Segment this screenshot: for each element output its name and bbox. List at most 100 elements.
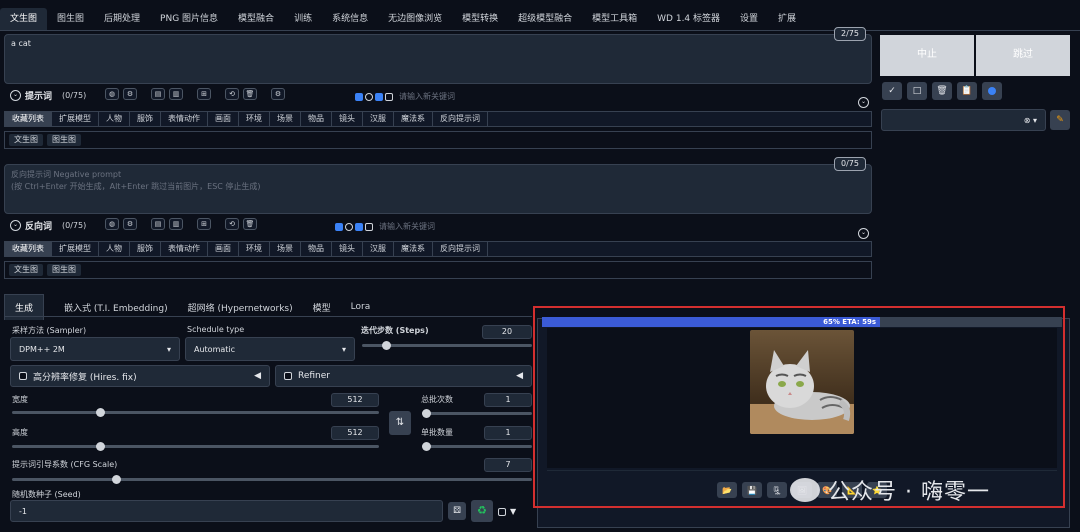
- keyword-input[interactable]: 请输入新关键词: [399, 91, 455, 102]
- category-tab[interactable]: 画面: [208, 242, 239, 256]
- swap-dimensions-icon[interactable]: ⇅: [389, 411, 411, 435]
- clock-icon[interactable]: [365, 92, 373, 101]
- gear-icon[interactable]: ⚙: [271, 88, 285, 100]
- settings-icon[interactable]: ⚙: [123, 218, 137, 230]
- category-tab[interactable]: 服饰: [130, 242, 161, 256]
- interrupt-button[interactable]: 中止: [880, 35, 974, 76]
- trash-icon[interactable]: 🗑: [932, 82, 952, 100]
- category-tab[interactable]: 场景: [270, 112, 301, 126]
- slider-thumb[interactable]: [422, 409, 431, 418]
- settings-tab[interactable]: 嵌入式 (T.I. Embedding): [64, 301, 168, 314]
- settings-icon[interactable]: ⚙: [123, 88, 137, 100]
- square-icon[interactable]: □: [907, 82, 927, 100]
- hires-fix-accordion[interactable]: 高分辨率修复 (Hires. fix) ◀: [10, 365, 270, 387]
- keyword-checkbox-1[interactable]: [355, 92, 363, 101]
- schedule-dropdown[interactable]: Automatic ▾: [185, 337, 355, 361]
- styles-dropdown[interactable]: ⊗ ▾: [881, 109, 1046, 131]
- batch-size-input[interactable]: 1: [484, 426, 532, 440]
- tab-9[interactable]: 模型转换: [452, 8, 508, 30]
- settings-tab[interactable]: Lora: [351, 302, 371, 312]
- category-subtab[interactable]: 文生图: [9, 264, 43, 276]
- collapse-icon[interactable]: ⌄: [10, 220, 21, 231]
- paste-icon[interactable]: ▥: [169, 218, 183, 230]
- category-tab[interactable]: 反向提示词: [433, 242, 488, 256]
- check-icon[interactable]: ✓: [882, 82, 902, 100]
- category-tab[interactable]: 服饰: [130, 112, 161, 126]
- category-tab[interactable]: 人物: [99, 112, 130, 126]
- tab-6[interactable]: 训练: [284, 8, 322, 30]
- tab-4[interactable]: PNG 图片信息: [150, 8, 228, 30]
- copy-icon[interactable]: ▤: [151, 218, 165, 230]
- width-input[interactable]: 512: [331, 393, 379, 407]
- cfg-input[interactable]: 7: [484, 458, 532, 472]
- category-tab[interactable]: 画面: [208, 112, 239, 126]
- tab-3[interactable]: 后期处理: [94, 8, 150, 30]
- tab-10[interactable]: 超级模型融合: [508, 8, 582, 30]
- recycle-icon[interactable]: ♻: [471, 500, 493, 522]
- triangle-down-icon[interactable]: ▼: [510, 507, 516, 516]
- history-icon[interactable]: ⟲: [225, 88, 239, 100]
- steps-input[interactable]: 20: [482, 325, 532, 339]
- negative-keyword-input[interactable]: 请输入新关键词: [379, 221, 435, 232]
- slider-thumb[interactable]: [96, 442, 105, 451]
- slider-thumb[interactable]: [96, 408, 105, 417]
- tab-1[interactable]: 文生图: [0, 8, 48, 30]
- hires-fix-checkbox[interactable]: [19, 372, 27, 380]
- category-subtab[interactable]: 图生图: [47, 264, 81, 276]
- category-tab[interactable]: 环境: [239, 242, 270, 256]
- copy-icon[interactable]: ▤: [151, 88, 165, 100]
- category-tab[interactable]: 汉服: [363, 112, 394, 126]
- category-tab[interactable]: 汉服: [363, 242, 394, 256]
- dice-icon[interactable]: ⚄: [448, 502, 466, 520]
- tab-8[interactable]: 无边图像浏览: [378, 8, 452, 30]
- category-tab[interactable]: 魔法系: [394, 112, 433, 126]
- skip-button[interactable]: 跳过: [976, 35, 1070, 76]
- steps-slider[interactable]: [362, 341, 532, 350]
- refiner-accordion[interactable]: Refiner ◀: [275, 365, 532, 387]
- cfg-slider[interactable]: [12, 475, 532, 484]
- tab-14[interactable]: 扩展: [768, 8, 806, 30]
- category-tab[interactable]: 人物: [99, 242, 130, 256]
- keyword-checkbox-2[interactable]: [355, 222, 363, 231]
- trash-icon[interactable]: 🗑: [243, 218, 257, 230]
- keyword-checkbox-2[interactable]: [375, 92, 383, 101]
- settings-tab[interactable]: 超网络 (Hypernetworks): [188, 301, 293, 314]
- slider-thumb[interactable]: [112, 475, 121, 484]
- tab-11[interactable]: 模型工具箱: [582, 8, 647, 30]
- tab-12[interactable]: WD 1.4 标签器: [647, 8, 730, 30]
- settings-tab[interactable]: 模型: [313, 301, 331, 314]
- category-tab[interactable]: 扩展模型: [52, 112, 99, 126]
- category-tab[interactable]: 扩展模型: [52, 242, 99, 256]
- batch-count-slider[interactable]: [422, 409, 532, 418]
- refiner-checkbox[interactable]: [284, 372, 292, 380]
- tab-7[interactable]: 系统信息: [322, 8, 378, 30]
- category-tab[interactable]: 表情动作: [161, 242, 208, 256]
- category-tab[interactable]: 收藏列表: [5, 242, 52, 256]
- slider-thumb[interactable]: [422, 442, 431, 451]
- trash-icon[interactable]: 🗑: [243, 88, 257, 100]
- seed-input[interactable]: -1: [10, 500, 443, 522]
- category-tab[interactable]: 场景: [270, 242, 301, 256]
- expand-icon[interactable]: ⌄: [858, 228, 869, 239]
- batch-size-slider[interactable]: [422, 442, 532, 451]
- height-input[interactable]: 512: [331, 426, 379, 440]
- keyword-checkbox-1[interactable]: [335, 222, 343, 231]
- export-icon[interactable]: ⊞: [197, 88, 211, 100]
- extra-seed-checkbox[interactable]: [498, 507, 506, 516]
- translate-icon[interactable]: ◍: [105, 88, 119, 100]
- edit-styles-icon[interactable]: ✎: [1050, 110, 1070, 130]
- clock-icon[interactable]: [345, 222, 353, 231]
- category-tab[interactable]: 反向提示词: [433, 112, 488, 126]
- category-subtab[interactable]: 图生图: [47, 134, 81, 146]
- negative-prompt-textarea[interactable]: 反向提示词 Negative prompt (按 Ctrl+Enter 开始生成…: [4, 164, 872, 214]
- tab-5[interactable]: 模型融合: [228, 8, 284, 30]
- category-tab[interactable]: 物品: [301, 112, 332, 126]
- expand-icon[interactable]: ⌄: [858, 97, 869, 108]
- translate-icon[interactable]: ◍: [105, 218, 119, 230]
- category-subtab[interactable]: 文生图: [9, 134, 43, 146]
- history-icon[interactable]: ⟲: [225, 218, 239, 230]
- sampler-dropdown[interactable]: DPM++ 2M ▾: [10, 337, 180, 361]
- tab-13[interactable]: 设置: [730, 8, 768, 30]
- category-tab[interactable]: 表情动作: [161, 112, 208, 126]
- clear-dropdown-icon[interactable]: ⊗ ▾: [1024, 116, 1037, 125]
